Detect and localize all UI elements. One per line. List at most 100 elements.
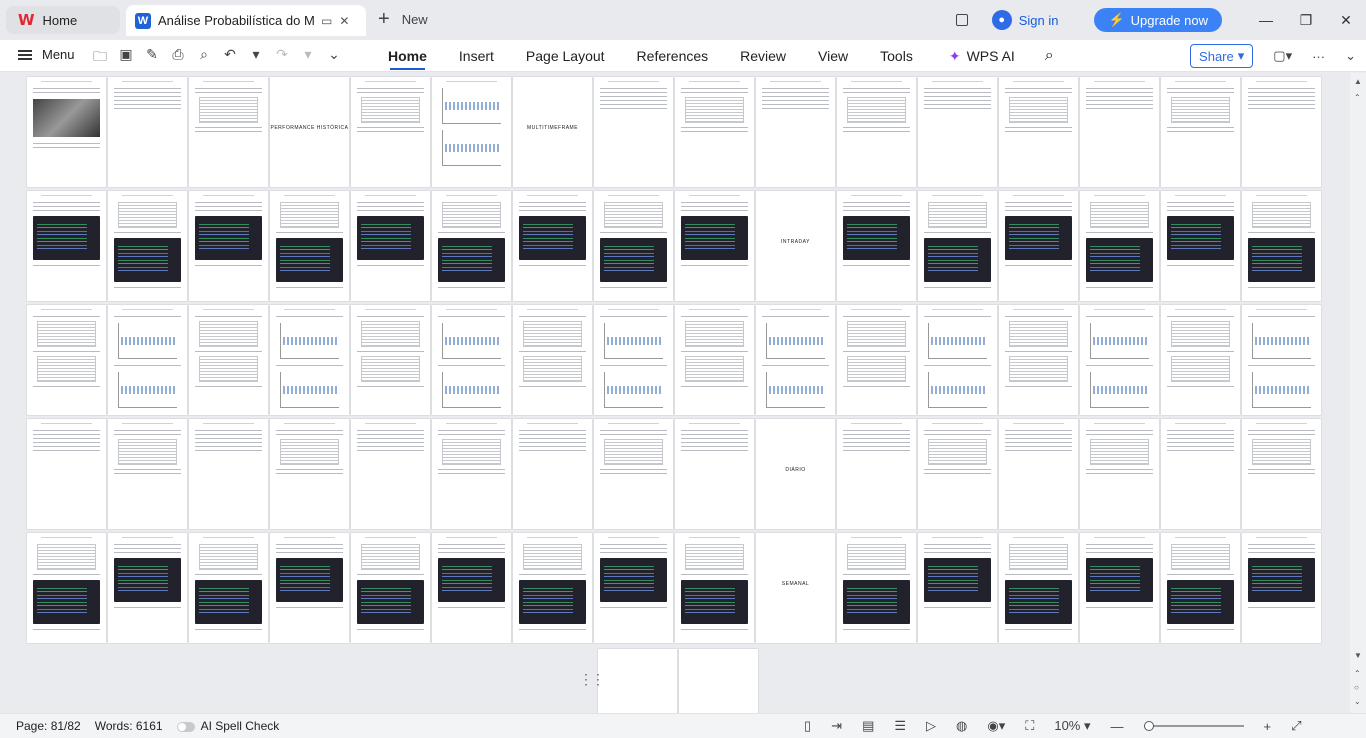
page-thumbnail[interactable] (432, 533, 511, 643)
page-thumbnail[interactable] (513, 533, 592, 643)
page-thumbnail[interactable] (837, 191, 916, 301)
fullscreen-icon[interactable]: ⤢ (1291, 718, 1301, 734)
print-icon[interactable]: ⎙ (170, 46, 186, 70)
page-thumbnail[interactable] (918, 305, 997, 415)
maximize-icon[interactable]: ❐ (1286, 12, 1326, 29)
page-thumbnail[interactable] (27, 77, 106, 187)
page-thumbnail[interactable] (1161, 191, 1240, 301)
read-mode-icon[interactable]: ▯ (804, 718, 811, 734)
next-page-icon[interactable]: ⌄ (1354, 697, 1361, 706)
page-thumbnail[interactable] (999, 419, 1078, 529)
tab-view[interactable]: View (818, 40, 848, 72)
spell-check-toggle[interactable]: AI Spell Check (176, 719, 279, 733)
page-thumbnail[interactable] (1161, 77, 1240, 187)
workspace-icon[interactable] (955, 14, 968, 26)
page-thumbnail[interactable] (351, 533, 430, 643)
tab-home-ribbon[interactable]: Home (388, 40, 427, 72)
page-thumbnail[interactable] (594, 533, 673, 643)
prev-page-icon[interactable]: ⌃ (1354, 669, 1361, 678)
tab-insert[interactable]: Insert (459, 40, 494, 72)
page-thumbnail[interactable] (918, 533, 997, 643)
tab-page-layout[interactable]: Page Layout (526, 40, 605, 72)
eye-protection-icon[interactable]: ◉▾ (987, 718, 1005, 734)
vertical-scrollbar[interactable]: ▲ ⌃ ▼ ⌃ ○ ⌄ (1350, 73, 1366, 713)
customize-dropdown-icon[interactable]: ⌄ (326, 46, 342, 70)
open-folder-icon[interactable]: 🗀 (92, 46, 108, 70)
fit-page-icon[interactable]: ⛶ (1025, 718, 1034, 734)
page-thumbnail[interactable] (432, 305, 511, 415)
minimize-icon[interactable]: — (1246, 12, 1286, 28)
page-thumbnail[interactable] (1161, 419, 1240, 529)
tab-review[interactable]: Review (740, 40, 786, 72)
scroll-down-icon[interactable]: ▼ (1354, 651, 1362, 660)
zoom-slider[interactable] (1143, 721, 1244, 731)
page-thumbnail[interactable] (1161, 305, 1240, 415)
zoom-in-icon[interactable]: + (1264, 719, 1272, 734)
wps-ai-button[interactable]: ✦ WPS AI (949, 48, 1015, 65)
page-thumbnail[interactable] (1242, 533, 1321, 643)
page-thumbnail[interactable] (594, 419, 673, 529)
page-thumbnail[interactable] (837, 419, 916, 529)
page-thumbnail[interactable] (27, 305, 106, 415)
page-thumbnail[interactable] (189, 77, 268, 187)
page-thumbnail[interactable] (999, 77, 1078, 187)
page-thumbnail[interactable] (270, 191, 349, 301)
word-count[interactable]: Words: 6161 (95, 719, 163, 733)
page-thumbnail[interactable] (432, 419, 511, 529)
page-thumbnail[interactable] (675, 191, 754, 301)
page-thumbnail[interactable] (1242, 305, 1321, 415)
menu-button[interactable]: Menu (18, 47, 75, 62)
page-thumbnail[interactable] (270, 419, 349, 529)
page-thumbnail[interactable] (918, 77, 997, 187)
page-thumbnail[interactable] (27, 533, 106, 643)
page-thumbnail[interactable] (270, 533, 349, 643)
export-icon[interactable]: ⇥ (831, 718, 842, 734)
page-thumbnail[interactable] (108, 191, 187, 301)
scroll-up-icon[interactable]: ▲ (1354, 77, 1362, 86)
page-thumbnail[interactable] (27, 419, 106, 529)
page-thumbnail[interactable] (1080, 305, 1159, 415)
page-thumbnail[interactable]: PERFORMANCE HISTÓRICA (270, 77, 349, 187)
outline-view-icon[interactable]: ☰ (894, 718, 906, 734)
page-thumbnail[interactable] (432, 77, 511, 187)
page-thumbnail[interactable] (189, 191, 268, 301)
page-thumbnail[interactable] (1080, 191, 1159, 301)
page-thumbnail[interactable] (1242, 419, 1321, 529)
redo-icon[interactable]: ↷ (274, 46, 290, 70)
page-thumbnail[interactable] (675, 77, 754, 187)
page-thumbnail[interactable] (108, 305, 187, 415)
page-thumbnail[interactable] (837, 533, 916, 643)
zoom-dropdown[interactable]: 10% ▾ (1054, 718, 1090, 734)
browse-object-icon[interactable]: ○ (1354, 683, 1359, 692)
page-thumbnail[interactable] (27, 191, 106, 301)
redo-dropdown-icon[interactable]: ▾ (300, 46, 316, 70)
print-preview-icon[interactable]: ⌕ (196, 46, 212, 70)
page-thumbnail[interactable] (189, 419, 268, 529)
page-thumbnail[interactable] (351, 419, 430, 529)
page-thumbnail[interactable] (918, 419, 997, 529)
page-thumbnail[interactable] (513, 419, 592, 529)
sign-in-button[interactable]: ● Sign in (991, 10, 1058, 30)
page-thumbnail[interactable] (432, 191, 511, 301)
tab-tools[interactable]: Tools (880, 40, 913, 72)
tab-home[interactable]: W Home (6, 6, 120, 34)
window-mode-icon[interactable]: ▭ (321, 14, 332, 28)
page-thumbnail[interactable] (594, 77, 673, 187)
save-icon[interactable]: ▣ (118, 46, 134, 70)
page-thumbnail[interactable] (756, 305, 835, 415)
page-thumbnail[interactable] (594, 305, 673, 415)
page-thumbnail[interactable] (837, 77, 916, 187)
page-thumbnail[interactable] (1080, 419, 1159, 529)
tab-document[interactable]: W Análise Probabilística do Mini ▭ ✕ (126, 5, 366, 36)
print-layout-icon[interactable]: ▤ (862, 718, 874, 734)
page-thumbnail[interactable] (594, 191, 673, 301)
page-thumbnail[interactable] (189, 305, 268, 415)
page-thumbnail[interactable] (1242, 77, 1321, 187)
page-thumbnail[interactable] (1080, 533, 1159, 643)
web-layout-icon[interactable]: ◍ (956, 718, 967, 734)
page-thumbnail[interactable]: INTRADAY (756, 191, 835, 301)
comment-icon[interactable]: ▢▾ (1273, 48, 1292, 64)
scroll-page-up-icon[interactable]: ⌃ (1354, 93, 1361, 102)
zoom-out-icon[interactable]: — (1111, 719, 1124, 734)
page-thumbnail[interactable] (999, 191, 1078, 301)
